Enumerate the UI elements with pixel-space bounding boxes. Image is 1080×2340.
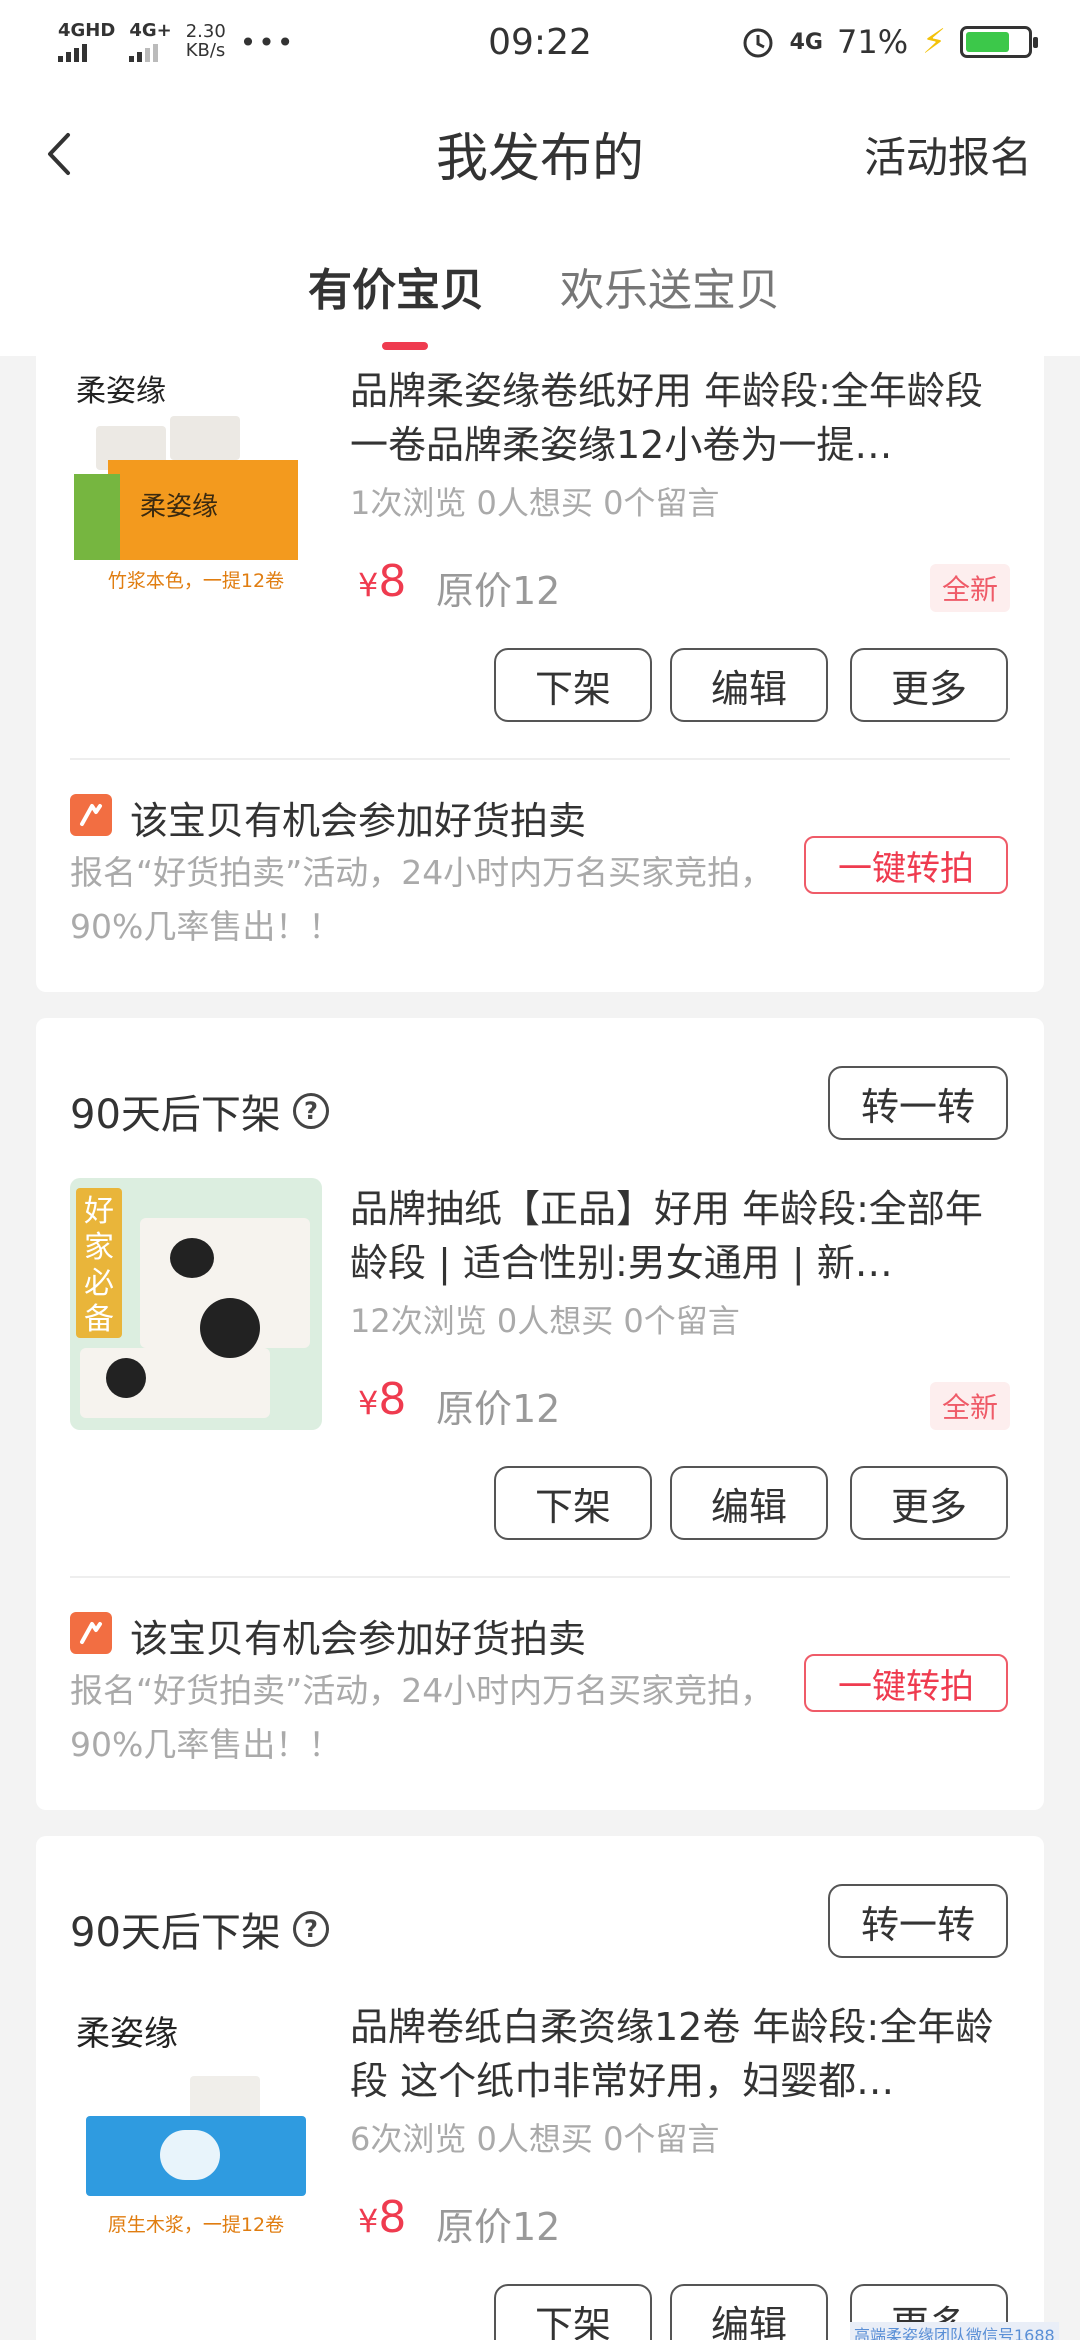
card-divider bbox=[70, 758, 1010, 760]
signal-1: 4GHD bbox=[58, 22, 115, 62]
delist-button[interactable]: 下架 bbox=[494, 2284, 652, 2340]
auction-title: 该宝贝有机会参加好货拍卖 bbox=[130, 1617, 587, 1661]
network-label-2: 4G+ bbox=[129, 20, 172, 41]
thumb-caption: 原生木浆，一提12卷 bbox=[107, 2214, 285, 2236]
product-title[interactable]: 品牌卷纸白柔资缘12卷 年龄段:全年龄段 这个纸巾非常好用，妇婴都… bbox=[350, 2000, 1010, 2108]
original-price: 原价12 bbox=[436, 1387, 561, 1431]
signal-2: 4G+ bbox=[129, 20, 172, 62]
product-thumbnail[interactable]: 柔姿缘 柔姿缘 竹浆本色，一提12卷 bbox=[70, 356, 322, 608]
currency-symbol: ¥ bbox=[358, 2202, 379, 2240]
auction-description: 报名“好货拍卖”活动，24小时内万名买家竞拍， 90%几率售出！！ bbox=[70, 853, 774, 946]
tab-bar: 有价宝贝 欢乐送宝贝 bbox=[0, 224, 1080, 356]
status-bar: 4GHD 4G+ 2.30 KB/s ••• 09:22 4G 71% ⚡ bbox=[0, 0, 1080, 84]
tab-active-indicator bbox=[382, 342, 428, 350]
thumb-brand: 好家必备 bbox=[76, 1188, 122, 1338]
product-price: ¥8 bbox=[358, 556, 406, 607]
help-icon[interactable]: ? bbox=[292, 1093, 329, 1129]
expiry-header: 90天后下架 ? bbox=[70, 1082, 329, 1140]
auction-icon bbox=[70, 794, 112, 836]
delist-button[interactable]: 下架 bbox=[494, 648, 652, 722]
delist-button[interactable]: 下架 bbox=[494, 1466, 652, 1540]
network-right-label: 4G bbox=[789, 29, 823, 55]
status-time: 09:22 bbox=[488, 21, 592, 63]
item-card-1: 柔姿缘 柔姿缘 竹浆本色，一提12卷 品牌柔姿缘卷纸好用 年龄段:全年龄段 一卷… bbox=[36, 356, 1044, 992]
original-price: 原价12 bbox=[436, 569, 561, 613]
network-speed: 2.30 KB/s bbox=[185, 22, 226, 61]
watermark-text: 高端柔姿缘团队微信号1688 bbox=[850, 2322, 1059, 2340]
battery-fill bbox=[966, 32, 1009, 52]
product-stats: 1次浏览 0人想买 0个留言 bbox=[350, 484, 720, 522]
edit-button[interactable]: 编辑 bbox=[670, 2284, 828, 2340]
product-stats: 12次浏览 0人想买 0个留言 bbox=[350, 1302, 740, 1340]
speed-unit: KB/s bbox=[185, 40, 226, 61]
product-price: ¥8 bbox=[358, 1374, 406, 1425]
currency-symbol: ¥ bbox=[358, 566, 379, 604]
more-notifications-icon: ••• bbox=[239, 25, 296, 59]
product-thumbnail[interactable]: 好家必备 bbox=[70, 1178, 322, 1430]
expiry-header: 90天后下架 ? bbox=[70, 1900, 329, 1958]
more-button[interactable]: 更多 bbox=[850, 648, 1008, 722]
one-click-auction-button[interactable]: 一键转拍 bbox=[804, 1654, 1008, 1712]
currency-symbol: ¥ bbox=[358, 1384, 379, 1422]
item-card-3: 90天后下架 ? 转一转 柔姿缘 原生木浆，一提12卷 品牌卷纸白柔资缘12卷 … bbox=[36, 1836, 1044, 2340]
share-repost-button[interactable]: 转一转 bbox=[828, 1066, 1008, 1140]
expiry-text: 90天后下架 bbox=[70, 1092, 281, 1138]
auction-icon bbox=[70, 1612, 112, 1654]
product-title[interactable]: 品牌抽纸【正品】好用 年龄段:全部年龄段 | 适合性别:男女通用 | 新… bbox=[350, 1182, 1010, 1290]
product-price: ¥8 bbox=[358, 2192, 406, 2243]
price-value: 8 bbox=[378, 1374, 407, 1425]
auction-description: 报名“好货拍卖”活动，24小时内万名买家竞拍， 90%几率售出！！ bbox=[70, 1671, 774, 1764]
original-price: 原价12 bbox=[436, 2205, 561, 2249]
signal-bars-icon bbox=[129, 42, 159, 62]
tab-priced-items[interactable]: 有价宝贝 bbox=[308, 254, 484, 318]
price-value: 8 bbox=[378, 556, 407, 607]
edit-button[interactable]: 编辑 bbox=[670, 648, 828, 722]
tab-free-items[interactable]: 欢乐送宝贝 bbox=[560, 254, 780, 318]
activity-signup-link[interactable]: 活动报名 bbox=[864, 124, 1032, 185]
condition-badge: 全新 bbox=[929, 1382, 1010, 1430]
status-left: 4GHD 4G+ 2.30 KB/s ••• bbox=[58, 22, 295, 62]
nav-bar: 我发布的 活动报名 bbox=[0, 84, 1080, 224]
condition-badge: 全新 bbox=[929, 564, 1010, 612]
alarm-icon bbox=[743, 28, 773, 58]
thumb-brand: 柔姿缘 bbox=[76, 2014, 178, 2054]
network-label-1: 4GHD bbox=[58, 20, 116, 41]
edit-button[interactable]: 编辑 bbox=[670, 1466, 828, 1540]
share-repost-button[interactable]: 转一转 bbox=[828, 1884, 1008, 1958]
signal-bars-icon bbox=[58, 42, 87, 62]
status-right: 4G 71% ⚡ bbox=[740, 22, 1038, 62]
battery-percent: 71% bbox=[837, 23, 909, 61]
more-button[interactable]: 更多 bbox=[850, 1466, 1008, 1540]
battery-icon bbox=[960, 26, 1038, 58]
product-title[interactable]: 品牌柔姿缘卷纸好用 年龄段:全年龄段 一卷品牌柔姿缘12小卷为一提… bbox=[350, 364, 1010, 472]
product-stats: 6次浏览 0人想买 0个留言 bbox=[350, 2120, 720, 2158]
product-thumbnail[interactable]: 柔姿缘 原生木浆，一提12卷 bbox=[70, 1996, 322, 2248]
price-value: 8 bbox=[378, 2192, 407, 2243]
item-card-2: 90天后下架 ? 转一转 好家必备 品牌抽纸【正品】好用 年龄段:全部年龄段 |… bbox=[36, 1018, 1044, 1810]
thumb-caption: 竹浆本色，一提12卷 bbox=[107, 570, 285, 592]
card-divider bbox=[70, 1576, 1010, 1578]
one-click-auction-button[interactable]: 一键转拍 bbox=[804, 836, 1008, 894]
expiry-text: 90天后下架 bbox=[70, 1910, 281, 1956]
charging-icon: ⚡ bbox=[922, 22, 946, 62]
thumb-brand: 柔姿缘 bbox=[76, 374, 166, 409]
auction-title: 该宝贝有机会参加好货拍卖 bbox=[130, 799, 587, 843]
help-icon[interactable]: ? bbox=[292, 1911, 329, 1947]
